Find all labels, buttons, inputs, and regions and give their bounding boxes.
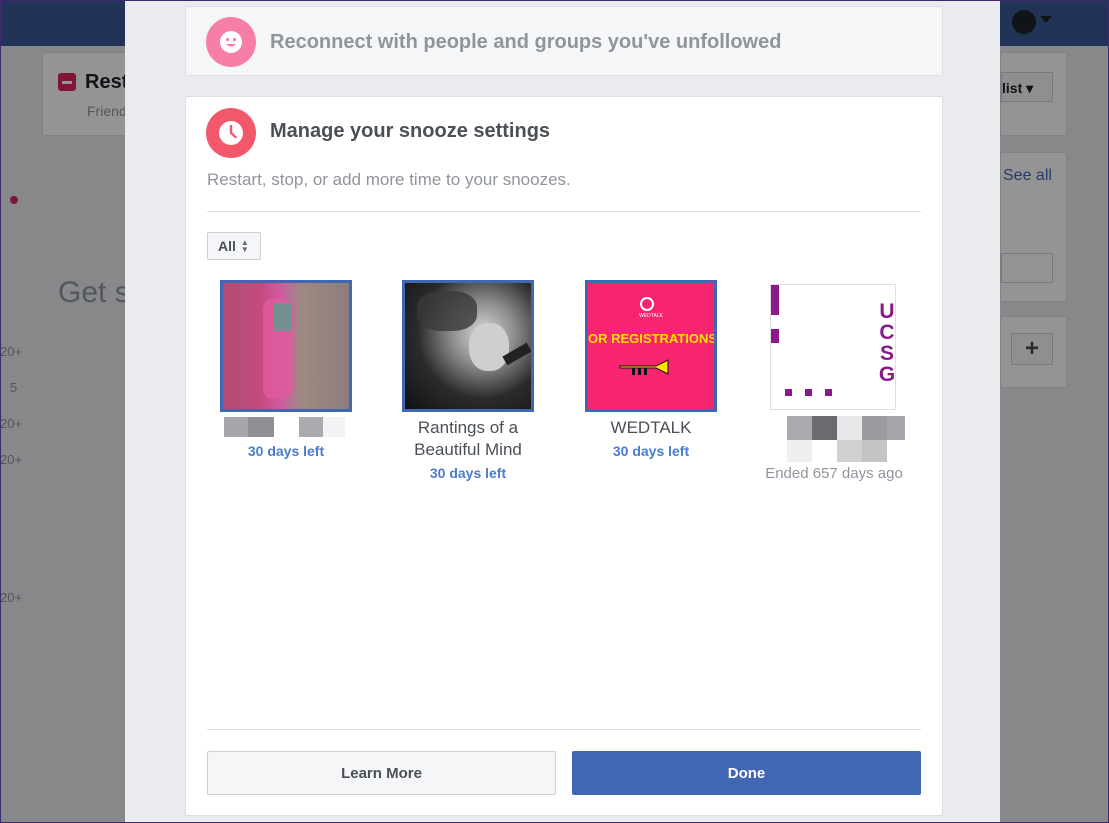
item-status: Ended 657 days ago [765, 465, 903, 482]
ucsg-image-text: UCSG [878, 301, 896, 385]
item-name: WEDTALK [610, 418, 692, 437]
item-thumbnail[interactable]: UCSG [770, 284, 896, 410]
item-thumbnail[interactable] [402, 280, 534, 412]
snooze-title: Manage your snooze settings [270, 120, 551, 142]
snooze-item[interactable]: WEDTALK OR REGISTRATIONS ( WEDTALK 30 da… [571, 280, 731, 470]
snooze-item[interactable]: 30 days left [206, 280, 366, 470]
snooze-filter-select[interactable]: All ▲ ▼ [207, 232, 261, 260]
item-thumbnail[interactable] [220, 280, 352, 412]
learn-more-button[interactable]: Learn More [207, 751, 556, 795]
wedtalk-logo-icon [640, 297, 654, 311]
snooze-settings-card: Manage your snooze settings Restart, sto… [185, 96, 943, 816]
divider [207, 211, 921, 212]
item-thumbnail[interactable]: WEDTALK OR REGISTRATIONS ( [585, 280, 717, 412]
snooze-item[interactable]: Rantings of a Beautiful Mind 30 days lef… [388, 280, 548, 490]
clock-icon [206, 108, 256, 158]
done-button[interactable]: Done [572, 751, 921, 795]
wedtalk-logo-text: WEDTALK [639, 313, 663, 319]
reconnect-title: Reconnect with people and groups you've … [270, 31, 782, 53]
filter-selected-label: All [218, 238, 236, 254]
reconnect-card[interactable]: Reconnect with people and groups you've … [185, 6, 943, 76]
item-name: Rantings of a Beautiful Mind [414, 418, 522, 459]
item-status[interactable]: 30 days left [571, 443, 731, 459]
item-status[interactable]: 30 days left [206, 443, 366, 459]
divider [207, 729, 921, 730]
select-arrows-icon: ▲ ▼ [240, 238, 249, 254]
item-status[interactable]: 30 days left [388, 465, 548, 481]
snooze-subtitle: Restart, stop, or add more time to your … [207, 170, 571, 189]
registrations-banner-text: OR REGISTRATIONS ( [588, 331, 717, 346]
snooze-item[interactable]: UCSG Ended 657 days ago [754, 280, 914, 490]
trumpet-icon [619, 359, 669, 375]
smile-icon [206, 17, 256, 67]
snooze-dialog: Reconnect with people and groups you've … [125, 0, 1000, 823]
